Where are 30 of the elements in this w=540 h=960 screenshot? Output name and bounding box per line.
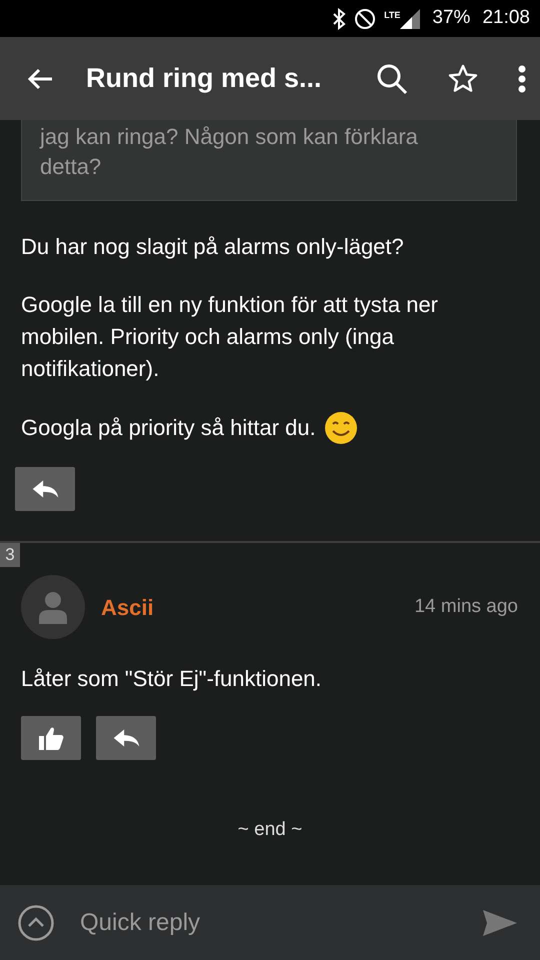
end-marker: ~ end ~ [238,819,302,840]
like-button[interactable] [21,716,81,760]
quick-reply-bar[interactable]: Quick reply [0,885,540,960]
screen-title: Rund ring med s... [86,62,322,96]
reply-button[interactable] [96,716,156,760]
star-icon[interactable] [448,64,478,94]
expand-up-icon[interactable] [18,904,54,940]
more-options-icon[interactable] [518,64,526,92]
author-name: Ascii [101,594,154,622]
comment-text: Låter som "Stör Ej"-funktionen. [21,665,323,693]
signal-icon [400,8,420,28]
smiley-emoji-icon [324,411,358,445]
post-paragraph: Googla på priority så hittar du. [21,414,316,442]
search-icon[interactable] [376,62,408,94]
do-not-disturb-icon [354,8,376,30]
battery-percent: 37% [432,6,470,30]
thumbs-up-icon [38,725,64,751]
clock: 21:08 [482,6,530,30]
person-icon [37,590,69,624]
bluetooth-icon [332,8,346,30]
post-number: 3 [0,543,20,567]
back-arrow-icon[interactable] [26,66,54,90]
post-paragraph: Du har nog slagit på alarms only-läget? [21,233,404,261]
network-label: LTE [384,8,400,22]
reply-button[interactable] [15,467,75,511]
comment-time: 14 mins ago [414,594,518,619]
send-icon[interactable] [482,908,518,936]
post-paragraph: Google la till en ny funktion för att tysta ner mobilen. Priority och alarms only (inga notifikationer). [21,291,440,383]
quick-reply-field[interactable]: Quick reply [78,904,482,942]
quote-text: jag kan ringa? Någon som kan förklara detta? [21,120,517,201]
